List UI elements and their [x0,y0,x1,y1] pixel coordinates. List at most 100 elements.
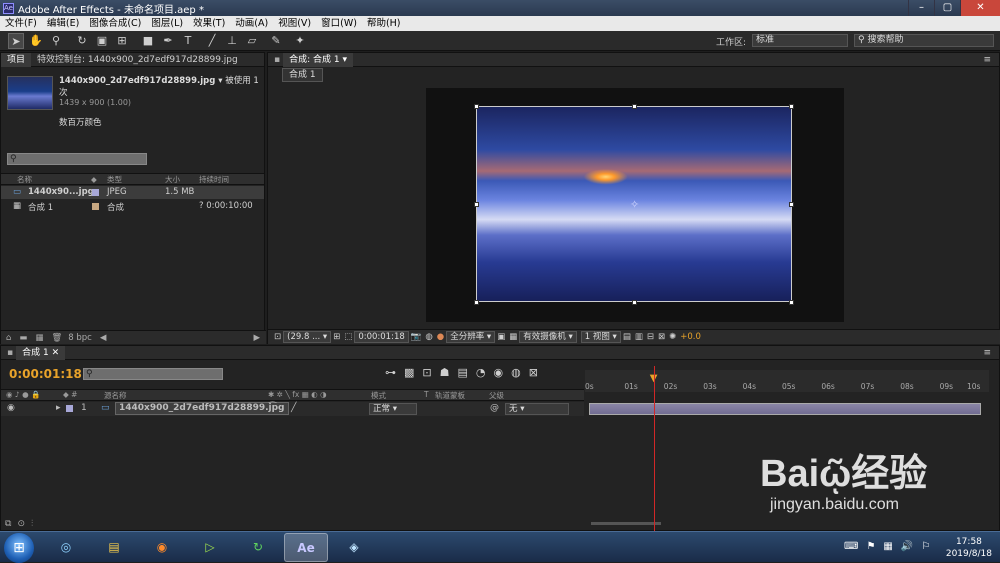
menu-effect[interactable]: 效果(T) [188,16,230,31]
col-size[interactable]: 大小 [165,174,180,185]
panel-menu-icon[interactable]: ≡ [983,55,991,65]
channel-icon[interactable]: ● [437,332,444,342]
menu-window[interactable]: 窗口(W) [316,16,362,31]
minimize-button[interactable]: – [908,0,934,16]
bit-depth-button[interactable]: 8 bpc [68,333,92,343]
label-color-swatch[interactable] [66,405,73,412]
tab-composition[interactable]: 合成: 合成 1 ▾ [283,52,353,67]
current-time-field[interactable]: 0:00:01:18 [354,331,409,343]
type-tool-icon[interactable]: T [180,33,196,49]
roto-brush-tool-icon[interactable]: ✎ [268,33,284,49]
quality-switch-icon[interactable]: ╱ [291,403,296,413]
pan-behind-tool-icon[interactable]: ⊞ [114,33,130,49]
camera-tool-icon[interactable]: ▣ [94,33,110,49]
fast-previews-icon[interactable]: ▥ [635,332,643,342]
auto-keyframe-icon[interactable]: ◍ [511,366,521,379]
rectangle-tool-icon[interactable]: ■ [140,33,156,49]
after-effects-icon[interactable]: Ae [284,533,328,562]
transform-handle[interactable] [632,300,637,305]
layer-name[interactable]: 1440x900_2d7edf917d28899.jpg [115,402,289,415]
menu-file[interactable]: 文件(F) [0,16,42,31]
volume-icon[interactable]: 🔊 [901,541,913,552]
col-mode[interactable]: 模式 [371,390,386,401]
menu-animation[interactable]: 动画(A) [230,16,273,31]
scroll-left-icon[interactable]: ◀ [100,333,107,343]
hand-tool-icon[interactable]: ✋ [28,33,44,49]
col-duration[interactable]: 持续时间 [199,174,229,185]
eye-icon[interactable]: ◉ [7,403,15,413]
blend-mode-dropdown[interactable]: 正常 ▾ [369,403,417,415]
region-of-interest-icon[interactable]: ▣ [497,332,505,342]
transform-handle[interactable] [632,104,637,109]
transform-handle[interactable] [789,300,794,305]
menu-edit[interactable]: 编辑(E) [42,16,84,31]
comp-mini-flowchart-icon[interactable]: ⊶ [385,366,396,379]
tab-timeline-comp[interactable]: 合成 1 ✕ [16,345,66,360]
menu-composition[interactable]: 图像合成(C) [84,16,146,31]
col-name[interactable]: 名称 [17,174,32,185]
keyboard-icon[interactable]: ⌨ [844,541,858,552]
transform-handle[interactable] [789,104,794,109]
col-source-name[interactable]: 源名称 [104,390,127,401]
file-explorer-icon[interactable]: ▤ [92,533,136,562]
brainstorm-icon[interactable]: ◉ [494,366,504,379]
tab-effect-controls[interactable]: 特效控制台: 1440x900_2d7edf917d28899.jpg [31,53,244,67]
transform-handle[interactable] [474,104,479,109]
rotate-tool-icon[interactable]: ↻ [74,33,90,49]
comp-subtab[interactable]: 合成 1 [282,68,323,82]
live-update-icon[interactable]: ▩ [404,366,414,379]
video-editor-icon[interactable]: ▷ [188,533,232,562]
notes-app-icon[interactable]: ◈ [332,533,376,562]
toggle-switches-icon[interactable]: ⧉ [5,519,11,529]
clone-stamp-tool-icon[interactable]: ⊥ [224,33,240,49]
draft-3d-icon[interactable]: ⊡ [422,366,431,379]
col-parent[interactable]: 父级 [489,390,504,401]
new-folder-icon[interactable]: ▬ [19,333,27,343]
pick-whip-icon[interactable]: @ [490,403,499,413]
brush-tool-icon[interactable]: ╱ [204,33,220,49]
transform-handle[interactable] [474,300,479,305]
snapshot-icon[interactable]: 📷 [411,332,422,342]
mask-visibility-icon[interactable]: ⬚ [344,332,352,342]
start-button[interactable]: ⊞ [4,533,34,563]
menu-help[interactable]: 帮助(H) [362,16,406,31]
transform-handle[interactable] [474,202,479,207]
project-item-comp[interactable]: ▦ 合成 1 合成 ? 0:00:10:00 [1,200,264,213]
pen-tool-icon[interactable]: ✒ [160,33,176,49]
layer-row[interactable]: ◉ ▸ 1 ▭ 1440x900_2d7edf917d28899.jpg ⁀ ╱… [1,402,584,416]
menu-layer[interactable]: 图层(L) [146,16,188,31]
menu-view[interactable]: 视图(V) [273,16,316,31]
camera-dropdown[interactable]: 有效摄像机 ▾ [519,331,577,343]
toggle-pixel-aspect-icon[interactable]: ▤ [623,332,631,342]
exposure-icon[interactable]: ✺ [669,332,676,342]
zoom-dropdown[interactable]: (29.8 ... ▾ [283,331,332,343]
graph-editor-icon[interactable]: ⊠ [529,366,538,379]
transform-handle[interactable] [789,202,794,207]
layer-duration-bar[interactable] [589,403,981,415]
panel-menu-icon[interactable]: ≡ [983,348,991,358]
shy-switch-icon[interactable]: ⁀ [269,403,276,413]
language-icon[interactable]: ⚐ [921,541,930,552]
timeline-icon[interactable]: ⊟ [647,332,654,342]
lock-icon[interactable]: ▪ [274,55,280,65]
interpret-footage-icon[interactable]: ⌂ [6,333,11,343]
puppet-pin-tool-icon[interactable]: ✦ [292,33,308,49]
timeline-current-time[interactable]: 0:00:01:18 [9,367,82,381]
parent-dropdown[interactable]: 无 ▾ [505,403,569,415]
col-trkmat[interactable]: 轨道蒙板 [435,390,465,401]
selection-tool-icon[interactable]: ➤ [8,33,24,49]
zoom-slider[interactable] [591,522,661,525]
firefox-icon[interactable]: ◉ [140,533,184,562]
transparency-grid-icon[interactable]: ▦ [509,332,517,342]
project-item-footage[interactable]: ▭ 1440x90...jpg JPEG 1.5 MB [1,186,264,199]
security-icon[interactable]: ⚑ [866,541,875,552]
safe-margins-icon[interactable]: ⊞ [333,332,340,342]
toggle-modes-icon[interactable]: ⊙ [17,519,25,529]
project-search-input[interactable]: ⚲ [7,153,147,165]
timeline-search-input[interactable]: ⚲ [83,368,223,380]
clock[interactable]: 17:58 2019/8/18 [946,536,992,560]
views-dropdown[interactable]: 1 视图 ▾ [580,331,621,343]
composition-viewer[interactable]: ✧ [426,88,844,322]
resolution-dropdown[interactable]: 全分辨率 ▾ [446,331,496,343]
expand-arrow-icon[interactable]: ▸ [56,403,61,413]
